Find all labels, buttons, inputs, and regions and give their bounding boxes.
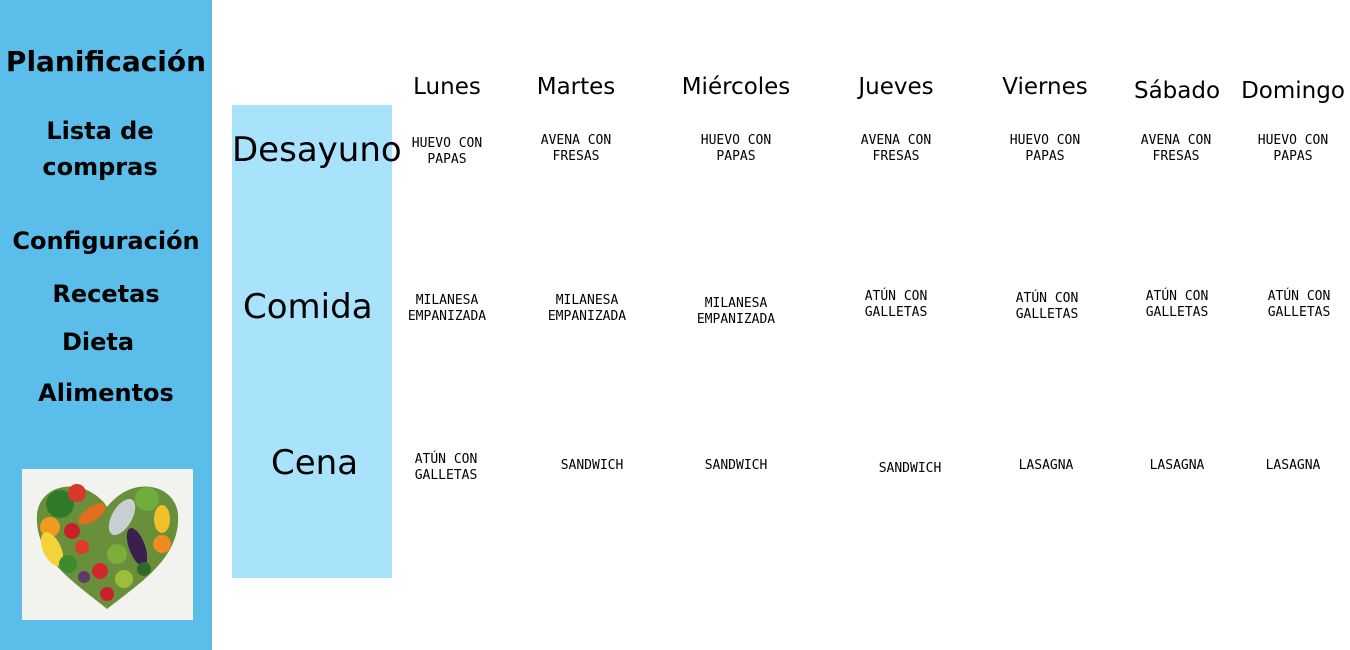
vegetable-heart-icon	[22, 469, 193, 620]
meal-cell-desayuno-martes[interactable]: AVENA CON FRESAS	[511, 133, 641, 165]
meal-cell-cena-jueves[interactable]: SANDWICH	[845, 461, 975, 477]
meal-cell-cena-lunes[interactable]: ATÚN CON GALLETAS	[381, 452, 511, 484]
vegetable-heart-image	[22, 469, 193, 620]
nav-planificacion[interactable]: Planificación	[0, 44, 212, 79]
nav-dieta[interactable]: Dieta	[0, 327, 204, 357]
meal-cell-comida-domingo[interactable]: ATÚN CON GALLETAS	[1234, 289, 1350, 321]
meal-cell-cena-domingo[interactable]: LASAGNA	[1228, 458, 1350, 474]
meal-cell-comida-miercoles[interactable]: MILANESA EMPANIZADA	[671, 296, 801, 328]
meal-label-comida: Comida	[243, 287, 373, 327]
nav-alimentos[interactable]: Alimentos	[0, 378, 212, 408]
day-header-viernes: Viernes	[1002, 74, 1088, 100]
meal-cell-desayuno-domingo[interactable]: HUEVO CON PAPAS	[1228, 133, 1350, 165]
day-header-jueves: Jueves	[858, 74, 934, 100]
meal-cell-comida-sabado[interactable]: ATÚN CON GALLETAS	[1112, 289, 1242, 321]
sidebar: Planificación Lista de compras Configura…	[0, 0, 212, 650]
meal-column	[232, 105, 392, 578]
day-header-sabado: Sábado	[1133, 78, 1221, 104]
meal-cell-cena-sabado[interactable]: LASAGNA	[1112, 458, 1242, 474]
nav-lista-de-compras[interactable]: Lista de compras	[0, 116, 206, 182]
day-header-miercoles: Miércoles	[681, 74, 791, 100]
meal-cell-desayuno-lunes[interactable]: HUEVO CON PAPAS	[382, 136, 512, 168]
nav-lista-line2: compras	[42, 153, 158, 181]
meal-cell-comida-viernes[interactable]: ATÚN CON GALLETAS	[982, 291, 1112, 323]
meal-label-cena: Cena	[271, 443, 359, 483]
meal-cell-comida-jueves[interactable]: ATÚN CON GALLETAS	[831, 289, 961, 321]
day-header-martes: Martes	[536, 74, 616, 100]
meal-cell-comida-lunes[interactable]: MILANESA EMPANIZADA	[382, 293, 512, 325]
meal-cell-desayuno-viernes[interactable]: HUEVO CON PAPAS	[980, 133, 1110, 165]
meal-cell-cena-miercoles[interactable]: SANDWICH	[671, 458, 801, 474]
meal-cell-cena-martes[interactable]: SANDWICH	[527, 458, 657, 474]
meal-label-desayuno: Desayuno	[232, 130, 402, 170]
day-header-domingo: Domingo	[1241, 78, 1345, 104]
meal-cell-desayuno-jueves[interactable]: AVENA CON FRESAS	[831, 133, 961, 165]
nav-lista-line1: Lista de	[46, 117, 154, 145]
nav-recetas[interactable]: Recetas	[0, 279, 212, 309]
meal-cell-desayuno-miercoles[interactable]: HUEVO CON PAPAS	[671, 133, 801, 165]
meal-cell-desayuno-sabado[interactable]: AVENA CON FRESAS	[1111, 133, 1241, 165]
nav-configuracion[interactable]: Configuración	[0, 226, 212, 256]
meal-cell-comida-martes[interactable]: MILANESA EMPANIZADA	[522, 293, 652, 325]
meal-cell-cena-viernes[interactable]: LASAGNA	[981, 458, 1111, 474]
day-header-lunes: Lunes	[413, 74, 481, 100]
